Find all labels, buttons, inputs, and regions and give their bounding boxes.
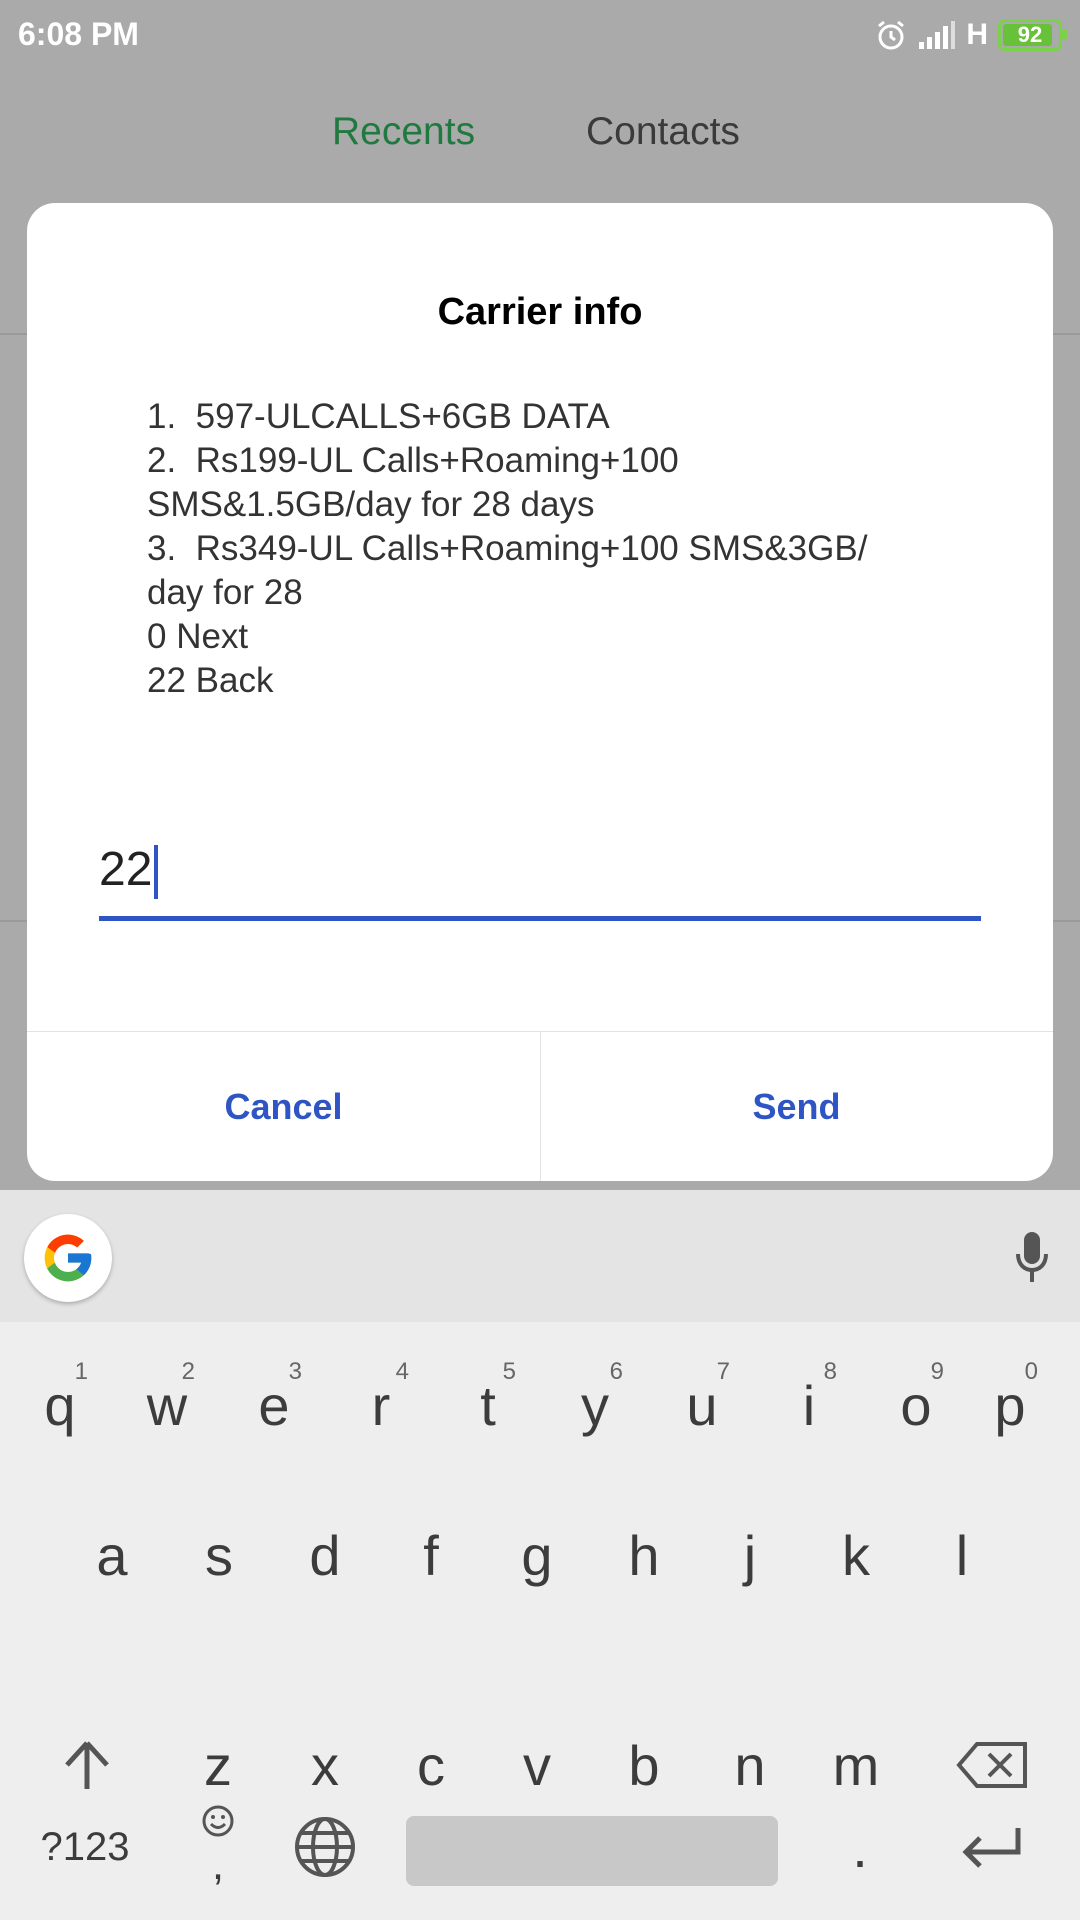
emoji-icon: [202, 1805, 234, 1837]
key-d[interactable]: d: [275, 1490, 375, 1620]
key-label: p: [994, 1373, 1026, 1437]
send-button[interactable]: Send: [540, 1032, 1053, 1181]
key-q[interactable]: 1q: [10, 1340, 110, 1470]
key-o[interactable]: 9o: [866, 1340, 966, 1470]
key-a[interactable]: a: [62, 1490, 162, 1620]
key-hint: 1: [74, 1358, 88, 1385]
key-label: r: [371, 1373, 391, 1437]
message-line: 22 Back: [147, 661, 274, 700]
enter-key[interactable]: [942, 1782, 1042, 1912]
key-p[interactable]: 0p: [960, 1340, 1060, 1470]
key-n[interactable]: n: [700, 1700, 800, 1830]
tab-contacts[interactable]: Contacts: [586, 110, 740, 154]
text-caret: [154, 845, 159, 900]
dialog-message: 1. 597-ULCALLS+6GB DATA 2. Rs199-UL Call…: [147, 395, 947, 703]
key-hint: 2: [181, 1358, 195, 1385]
key-label: o: [900, 1373, 932, 1437]
key-t[interactable]: 5t: [438, 1340, 538, 1470]
enter-icon: [962, 1828, 1021, 1868]
key-g[interactable]: g: [487, 1490, 587, 1620]
battery-level: 92: [1017, 22, 1043, 47]
dialog-actions: Cancel Send: [27, 1031, 1053, 1181]
key-c[interactable]: c: [381, 1700, 481, 1830]
space-key[interactable]: [406, 1816, 778, 1886]
suggestion-bar: [0, 1190, 1080, 1322]
input-value: 22: [99, 843, 153, 896]
globe-icon: [295, 1817, 355, 1877]
key-label: i: [802, 1373, 816, 1437]
signal-icon: [919, 21, 956, 49]
key-l[interactable]: l: [912, 1490, 1012, 1620]
period-key[interactable]: .: [810, 1782, 910, 1912]
key-b[interactable]: b: [594, 1700, 694, 1830]
message-line: 3. Rs349-UL Calls+Roaming+100 SMS&3GB/: [147, 529, 868, 568]
comma-label: ,: [211, 1840, 225, 1889]
key-hint: 6: [609, 1358, 623, 1385]
cancel-button[interactable]: Cancel: [27, 1032, 541, 1181]
status-time: 6:08 PM: [18, 16, 139, 52]
language-key[interactable]: [275, 1782, 375, 1912]
key-h[interactable]: h: [594, 1490, 694, 1620]
keyboard: 1q2w3e4r5t6y7u8i9o0p asdfghjkl zxcvbnm ?…: [0, 1190, 1080, 1920]
tab-bar: Recents Contacts: [0, 100, 1080, 180]
key-hint: 8: [823, 1358, 837, 1385]
divider: [1053, 333, 1080, 335]
key-hint: 4: [395, 1358, 409, 1385]
key-label: e: [258, 1373, 290, 1437]
message-line: SMS&1.5GB/day for 28 days: [147, 485, 595, 524]
dialog-title: Carrier info: [437, 291, 643, 333]
message-line: day for 28: [147, 573, 303, 612]
key-label: u: [686, 1373, 718, 1437]
emoji-comma-key[interactable]: ,: [168, 1782, 268, 1912]
key-hint: 7: [716, 1358, 730, 1385]
divider: [0, 920, 27, 922]
key-e[interactable]: 3e: [224, 1340, 324, 1470]
symbols-key[interactable]: ?123: [35, 1782, 135, 1912]
key-v[interactable]: v: [487, 1700, 587, 1830]
key-label: y: [581, 1373, 609, 1437]
key-label: t: [480, 1373, 496, 1437]
key-f[interactable]: f: [381, 1490, 481, 1620]
alarm-icon: [878, 20, 905, 50]
message-line: 0 Next: [147, 617, 249, 656]
status-bar: 6:08 PM H 92: [0, 0, 1080, 72]
tab-recents[interactable]: Recents: [332, 110, 475, 154]
divider: [1053, 920, 1080, 922]
mic-icon[interactable]: [1012, 1228, 1052, 1288]
key-i[interactable]: 8i: [759, 1340, 859, 1470]
key-hint: 3: [288, 1358, 302, 1385]
key-hint: 0: [1024, 1358, 1038, 1385]
key-r[interactable]: 4r: [331, 1340, 431, 1470]
google-button[interactable]: [24, 1214, 112, 1302]
message-line: 1. 597-ULCALLS+6GB DATA: [147, 397, 610, 436]
key-label: q: [44, 1373, 76, 1437]
carrier-info-dialog: Carrier info 1. 597-ULCALLS+6GB DATA 2. …: [27, 203, 1053, 1181]
google-icon: [44, 1234, 92, 1282]
key-k[interactable]: k: [806, 1490, 906, 1620]
key-hint: 9: [930, 1358, 944, 1385]
ussd-reply-input[interactable]: 22: [99, 828, 981, 921]
key-y[interactable]: 6y: [545, 1340, 645, 1470]
key-s[interactable]: s: [169, 1490, 269, 1620]
key-w[interactable]: 2w: [117, 1340, 217, 1470]
divider: [0, 333, 27, 335]
network-type: H: [966, 18, 988, 51]
key-j[interactable]: j: [700, 1490, 800, 1620]
battery-icon: 92: [998, 19, 1067, 51]
status-icons: H 92: [874, 18, 1067, 52]
key-u[interactable]: 7u: [652, 1340, 752, 1470]
message-line: 2. Rs199-UL Calls+Roaming+100: [147, 441, 679, 480]
key-hint: 5: [502, 1358, 516, 1385]
